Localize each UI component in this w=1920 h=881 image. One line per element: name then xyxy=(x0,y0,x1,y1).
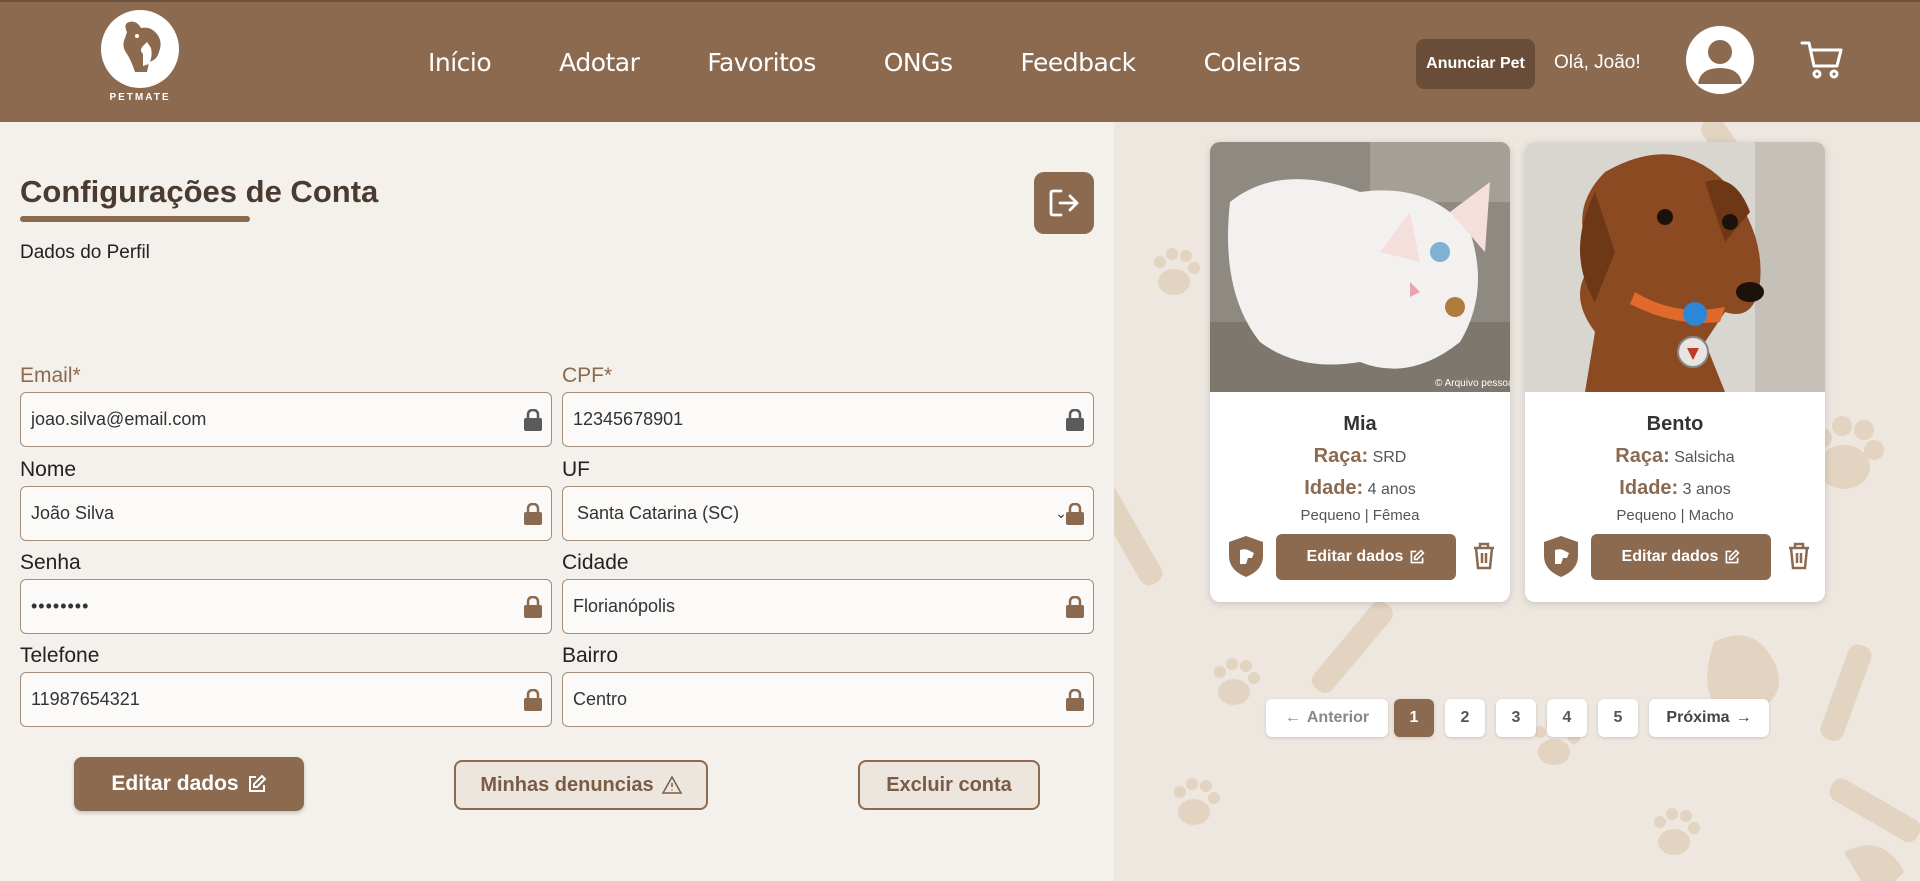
bairro-label: Bairro xyxy=(562,644,619,667)
brand-name: PETMATE xyxy=(109,92,171,103)
delete-account-label: Excluir conta xyxy=(886,773,1012,796)
cidade-value: Florianópolis xyxy=(573,596,676,616)
profile-subtitle: Dados do Perfil xyxy=(20,242,150,263)
pagination-page-2[interactable]: 2 xyxy=(1445,699,1485,737)
my-pets-panel: © Arquivo pessoal Mia Raça: SRD Idade: 4… xyxy=(1114,122,1920,881)
petmate-logo[interactable]: PETMATE xyxy=(100,10,180,103)
nav-feedback[interactable]: Feedback xyxy=(1021,48,1137,77)
nav-coleiras[interactable]: Coleiras xyxy=(1204,48,1301,77)
lock-icon xyxy=(523,408,543,436)
bairro-value: Centro xyxy=(573,689,628,709)
uf-label: UF xyxy=(562,458,590,481)
main-nav: Início Adotar Favoritos ONGs Feedback Co… xyxy=(428,48,1368,77)
dog-cat-logo-icon xyxy=(101,10,179,88)
senha-field[interactable]: •••••••• xyxy=(20,579,552,634)
shield-dog-icon[interactable] xyxy=(1226,534,1266,583)
pagination-next-button[interactable]: Próxima → xyxy=(1649,699,1769,737)
pet-card: Bento Raça: Salsicha Idade: 3 anos Peque… xyxy=(1525,142,1825,602)
email-label: Email* xyxy=(20,364,81,387)
cidade-field[interactable]: Florianópolis xyxy=(562,579,1094,634)
telefone-value: 11987654321 xyxy=(31,689,140,709)
nome-value: João Silva xyxy=(31,503,115,523)
pet-photo-cat: © Arquivo pessoal xyxy=(1210,142,1510,392)
pet-age: Idade: 4 anos xyxy=(1304,477,1416,499)
uf-select[interactable]: Santa Catarina (SC) ⌄ xyxy=(562,486,1094,541)
arrow-left-icon: ← xyxy=(1284,709,1301,726)
email-field[interactable]: joao.silva@email.com xyxy=(20,392,552,447)
senha-value: •••••••• xyxy=(31,596,90,616)
title-underline xyxy=(20,216,250,222)
pet-breed: Raça: Salsicha xyxy=(1615,445,1735,467)
lock-icon xyxy=(1065,595,1085,623)
warning-icon xyxy=(661,776,682,794)
cidade-label: Cidade xyxy=(562,551,629,574)
pagination-prev-label: Anterior xyxy=(1306,709,1370,726)
photo-credit: © Arquivo pessoal xyxy=(1435,378,1510,389)
edit-profile-label: Editar dados xyxy=(111,772,239,795)
pagination-page-4[interactable]: 4 xyxy=(1547,699,1587,737)
pet-card-actions: Editar dados xyxy=(1525,534,1825,580)
cart-icon[interactable] xyxy=(1800,40,1844,85)
edit-icon xyxy=(248,774,267,792)
shield-dog-icon[interactable] xyxy=(1541,534,1581,583)
lock-icon xyxy=(1065,502,1085,530)
logout-icon xyxy=(1049,189,1079,217)
announce-pet-button[interactable]: Anunciar Pet xyxy=(1416,39,1535,89)
email-value: joao.silva@email.com xyxy=(31,409,207,429)
trash-icon[interactable] xyxy=(1472,542,1496,575)
cpf-value: 12345678901 xyxy=(573,409,684,429)
edit-pet-label: Editar dados xyxy=(1621,548,1719,565)
pet-details: Pequeno | Fêmea xyxy=(1300,507,1420,524)
pagination-page-5[interactable]: 5 xyxy=(1598,699,1638,737)
edit-pet-button[interactable]: Editar dados xyxy=(1591,534,1771,580)
nome-field[interactable]: João Silva xyxy=(20,486,552,541)
nav-favoritos[interactable]: Favoritos xyxy=(707,48,816,77)
senha-label: Senha xyxy=(20,551,81,574)
edit-icon xyxy=(1726,549,1740,564)
edit-pet-label: Editar dados xyxy=(1306,548,1404,565)
pagination-page-1[interactable]: 1 xyxy=(1394,699,1434,737)
page-title: Configurações de Conta xyxy=(20,174,379,209)
bairro-field[interactable]: Centro xyxy=(562,672,1094,727)
pagination-next-label: Próxima xyxy=(1666,709,1730,726)
pet-breed: Raça: SRD xyxy=(1313,445,1407,467)
edit-profile-button[interactable]: Editar dados xyxy=(74,757,304,811)
uf-value: Santa Catarina (SC) xyxy=(577,503,740,523)
my-reports-label: Minhas denuncias xyxy=(480,773,654,796)
pagination-page-3[interactable]: 3 xyxy=(1496,699,1536,737)
lock-icon xyxy=(523,688,543,716)
pet-card-actions: Editar dados xyxy=(1210,534,1510,580)
account-settings-panel: Configurações de Conta Dados do Perfil E… xyxy=(0,122,1114,881)
pet-name: Bento xyxy=(1646,413,1704,435)
lock-icon xyxy=(1065,688,1085,716)
lock-icon xyxy=(523,595,543,623)
edit-icon xyxy=(1411,549,1425,564)
lock-icon xyxy=(523,502,543,530)
top-header: PETMATE Início Adotar Favoritos ONGs Fee… xyxy=(0,0,1920,122)
pagination-prev-button[interactable]: ← Anterior xyxy=(1266,699,1388,737)
cpf-field[interactable]: 12345678901 xyxy=(562,392,1094,447)
nome-label: Nome xyxy=(20,458,77,481)
user-greeting: Olá, João! xyxy=(1554,52,1641,73)
pet-card: © Arquivo pessoal Mia Raça: SRD Idade: 4… xyxy=(1210,142,1510,602)
nav-inicio[interactable]: Início xyxy=(428,48,492,77)
pet-name: Mia xyxy=(1343,413,1377,435)
telefone-label: Telefone xyxy=(20,644,100,667)
trash-icon[interactable] xyxy=(1787,542,1811,575)
pet-details: Pequeno | Macho xyxy=(1616,507,1734,524)
edit-pet-button[interactable]: Editar dados xyxy=(1276,534,1456,580)
delete-account-button[interactable]: Excluir conta xyxy=(858,760,1040,810)
user-avatar-icon[interactable] xyxy=(1686,26,1754,94)
pet-photo-dog xyxy=(1525,142,1825,392)
arrow-right-icon: → xyxy=(1735,709,1752,726)
nav-adotar[interactable]: Adotar xyxy=(559,48,640,77)
lock-icon xyxy=(1065,408,1085,436)
pet-age: Idade: 3 anos xyxy=(1619,477,1731,499)
logout-button[interactable] xyxy=(1034,172,1094,234)
telefone-field[interactable]: 11987654321 xyxy=(20,672,552,727)
my-reports-button[interactable]: Minhas denuncias xyxy=(454,760,708,810)
cpf-label: CPF* xyxy=(562,364,613,387)
nav-ongs[interactable]: ONGs xyxy=(884,48,953,77)
